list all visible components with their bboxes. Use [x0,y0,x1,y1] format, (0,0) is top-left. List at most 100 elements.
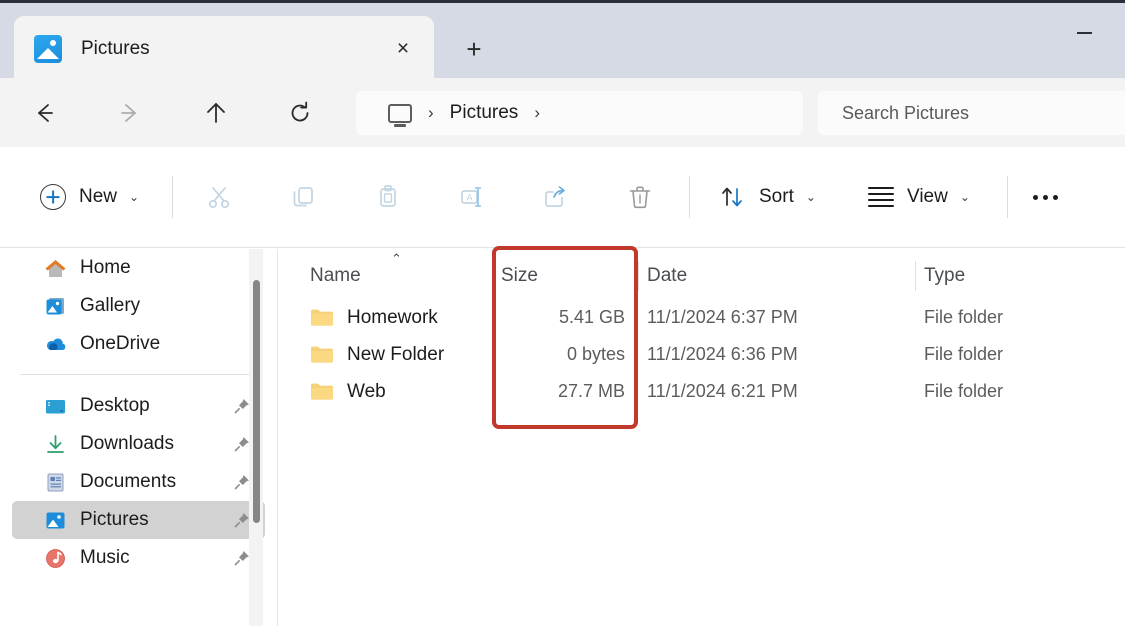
sidebar-divider [20,374,253,375]
file-size: 5.41 GB [501,307,625,328]
rename-icon: A [457,183,485,211]
sidebar-item-label: Desktop [80,395,150,417]
trash-icon [626,183,654,211]
desktop-icon [44,395,67,418]
address-bar[interactable]: › Pictures › [356,91,803,135]
sidebar-item-label: Gallery [80,295,140,317]
file-name: Homework [347,307,438,329]
sort-button[interactable]: Sort ⌄ [710,174,824,220]
arrow-right-icon [116,100,142,126]
toolbar-divider [1007,176,1008,218]
sidebar-item-onedrive[interactable]: OneDrive [12,325,265,363]
sidebar-item-music[interactable]: Music [12,539,265,577]
breadcrumb-separator: › [428,103,434,123]
view-label: View [907,186,948,208]
share-icon [541,183,569,211]
sidebar-item-pictures[interactable]: Pictures [12,501,265,539]
see-more-button[interactable] [1025,174,1066,220]
navigation-pane: Home Gallery OneDrive [0,249,278,626]
table-row[interactable]: Web 27.7 MB 11/1/2024 6:21 PM File folde… [279,373,1125,410]
sidebar-item-documents[interactable]: Documents [12,463,265,501]
sidebar-item-label: Home [80,257,131,279]
sidebar-item-home[interactable]: Home [12,249,265,287]
file-type: File folder [924,381,1003,402]
navigation-bar: › Pictures › [0,78,1125,147]
view-list-icon [868,187,894,208]
share-button[interactable] [533,174,577,220]
chevron-down-icon: ⌄ [129,191,139,203]
file-name: Web [347,381,386,403]
sidebar-item-gallery[interactable]: Gallery [12,287,265,325]
file-date: 11/1/2024 6:36 PM [647,344,798,365]
music-icon [44,547,67,570]
sidebar-item-downloads[interactable]: Downloads [12,425,265,463]
search-box[interactable] [818,91,1125,135]
cut-button[interactable] [197,174,241,220]
close-icon[interactable]: × [388,34,418,64]
breadcrumb-separator-trailing[interactable]: › [534,103,540,123]
folder-icon [310,345,334,364]
up-button[interactable] [195,92,237,134]
refresh-icon [287,100,313,126]
file-type: File folder [924,307,1003,328]
file-date: 11/1/2024 6:37 PM [647,307,798,328]
file-list-pane: ⌃ Name Size Date Type Homework 5.41 GB 1… [279,249,1125,626]
file-type: File folder [924,344,1003,365]
tab-pictures[interactable]: Pictures × [14,16,434,81]
toolbar-divider [689,176,690,218]
sidebar-item-label: OneDrive [80,333,160,355]
refresh-button[interactable] [279,92,321,134]
ellipsis-icon [1033,195,1058,200]
breadcrumb-pictures[interactable]: Pictures [450,102,519,124]
column-header-size[interactable]: Size [501,265,538,287]
table-row[interactable]: New Folder 0 bytes 11/1/2024 6:36 PM Fil… [279,336,1125,373]
forward-button[interactable] [108,92,150,134]
minimize-icon [1077,32,1092,34]
file-date: 11/1/2024 6:21 PM [647,381,798,402]
sidebar-item-label: Documents [80,471,176,493]
arrow-up-icon [203,100,229,126]
minimize-button[interactable] [1061,22,1107,44]
paste-button[interactable] [366,174,410,220]
plus-icon [40,184,66,210]
monitor-icon [388,104,412,123]
chevron-down-icon: ⌄ [960,191,970,203]
folder-icon [310,382,334,401]
copy-icon [289,183,317,211]
file-size: 27.7 MB [501,381,625,402]
sort-icon [718,183,746,211]
sidebar-item-label: Downloads [80,433,174,455]
command-toolbar: New ⌄ [0,147,1125,248]
column-separator[interactable] [638,261,639,291]
tab-strip: Pictures × + [14,16,514,81]
delete-button[interactable] [618,174,662,220]
pictures-icon [34,35,62,63]
column-header-date[interactable]: Date [647,265,687,287]
column-header-name[interactable]: Name [310,265,361,287]
svg-text:A: A [466,193,472,203]
back-button[interactable] [24,92,66,134]
search-input[interactable] [842,103,1125,124]
view-button[interactable]: View ⌄ [860,174,978,220]
new-button[interactable]: New ⌄ [32,174,147,220]
table-row[interactable]: Homework 5.41 GB 11/1/2024 6:37 PM File … [279,299,1125,336]
sidebar-item-label: Music [80,547,130,569]
copy-button[interactable] [281,174,325,220]
home-icon [44,257,67,280]
chevron-down-icon: ⌄ [806,191,816,203]
file-name: New Folder [347,344,444,366]
column-separator[interactable] [915,261,916,291]
pictures-icon [44,509,67,532]
column-headers: ⌃ Name Size Date Type [279,249,1125,299]
gallery-icon [44,295,67,318]
column-header-type[interactable]: Type [924,265,965,287]
sidebar-item-desktop[interactable]: Desktop [12,387,265,425]
new-label: New [79,186,117,208]
paste-icon [374,183,402,211]
sort-label: Sort [759,186,794,208]
arrow-left-icon [32,100,58,126]
new-tab-button[interactable]: + [434,16,514,81]
sidebar-scrollbar-thumb[interactable] [253,280,260,523]
rename-button[interactable]: A [449,174,493,220]
sidebar-item-label: Pictures [80,509,149,531]
